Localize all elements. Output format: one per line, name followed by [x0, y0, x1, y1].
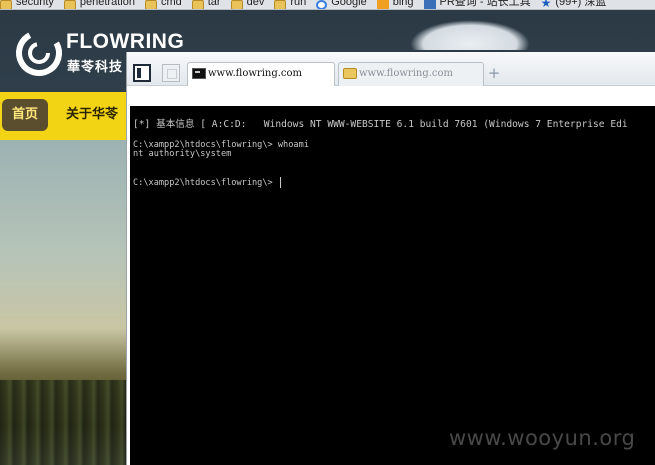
bookmark-label: tar — [207, 0, 221, 8]
bookmark-label: PR查询 - 站长工具 — [439, 0, 531, 8]
bookmark-label: dev — [246, 0, 265, 8]
nav-home[interactable]: 首页 — [2, 99, 48, 131]
bookmark-bing[interactable]: bing — [376, 0, 414, 9]
hero-trees — [0, 380, 130, 465]
bookmark-label: run — [290, 0, 307, 8]
bookmark-run[interactable]: run — [274, 0, 307, 9]
folder-icon — [274, 0, 287, 9]
bookmark-label: penetration — [79, 0, 135, 8]
text-cursor — [279, 177, 281, 188]
folder-icon — [63, 0, 76, 9]
bookmark-tar[interactable]: tar — [191, 0, 221, 9]
bookmark-label: bing — [392, 0, 414, 8]
bookmark-google[interactable]: Google — [316, 0, 367, 9]
browser-window: www.flowring.com www.flowring.com + [*] … — [126, 52, 655, 465]
terminal-info-line: [*] 基本信息 [ A:C:D: Windows NT WWW-WEBSITE… — [133, 119, 628, 130]
page-margin — [127, 86, 655, 106]
hero-image — [0, 140, 130, 465]
tab-label: www.flowring.com — [359, 68, 454, 79]
bing-icon — [376, 0, 389, 9]
tab-inactive[interactable]: www.flowring.com — [338, 62, 484, 86]
tab-overview-button[interactable] — [162, 64, 180, 82]
bookmark-pr[interactable]: PR查询 - 站长工具 — [423, 0, 531, 9]
folder-icon — [0, 0, 12, 9]
folder-icon — [144, 0, 157, 9]
terminal-prompt: C:\xampp2\htdocs\flowring\> — [133, 178, 278, 188]
flowring-logo-icon — [16, 30, 62, 76]
webshell-terminal[interactable]: [*] 基本信息 [ A:C:D: Windows NT WWW-WEBSITE… — [130, 106, 655, 465]
folder-icon — [343, 68, 357, 79]
folder-icon — [230, 0, 243, 9]
nav-about[interactable]: 关于华苓 — [66, 99, 118, 131]
bookmarks-bar: security penetration cmd tar dev run Google bin… — [0, 0, 655, 10]
logo-text: FLOWRING — [66, 30, 185, 53]
bookmark-cmd[interactable]: cmd — [144, 0, 182, 9]
cmd-icon — [192, 68, 206, 79]
google-icon — [316, 0, 328, 9]
bookmark-label: Google — [331, 0, 367, 8]
new-tab-button[interactable]: + — [487, 64, 501, 82]
site-navbar: 首页 关于华苓 — [0, 92, 140, 140]
bookmark-shenlan[interactable]: ★ (99+) 深蓝 — [540, 0, 607, 10]
terminal-prompt-line[interactable]: C:\xampp2\htdocs\flowring\> — [133, 177, 655, 188]
bookmark-label: security — [16, 0, 54, 8]
cloud-decoration — [410, 20, 530, 50]
bookmark-penetration[interactable]: penetration — [63, 0, 135, 9]
sidebar-toggle-button[interactable] — [133, 64, 151, 82]
tab-bar: www.flowring.com www.flowring.com + — [127, 52, 655, 86]
logo-subtitle: 華苓科技 — [67, 60, 124, 75]
bookmark-label: cmd — [160, 0, 182, 8]
folder-icon — [191, 0, 204, 9]
bookmark-security[interactable]: security — [0, 0, 54, 9]
tab-label: www.flowring.com — [208, 68, 303, 79]
watermark: www.wooyun.org — [449, 426, 636, 450]
bookmark-label: (99+) 深蓝 — [555, 0, 607, 8]
tab-active[interactable]: www.flowring.com — [187, 62, 335, 86]
star-icon: ★ — [540, 0, 552, 10]
pr-icon — [423, 0, 436, 9]
terminal-line: nt authority\system — [133, 149, 232, 159]
bookmark-dev[interactable]: dev — [230, 0, 265, 9]
